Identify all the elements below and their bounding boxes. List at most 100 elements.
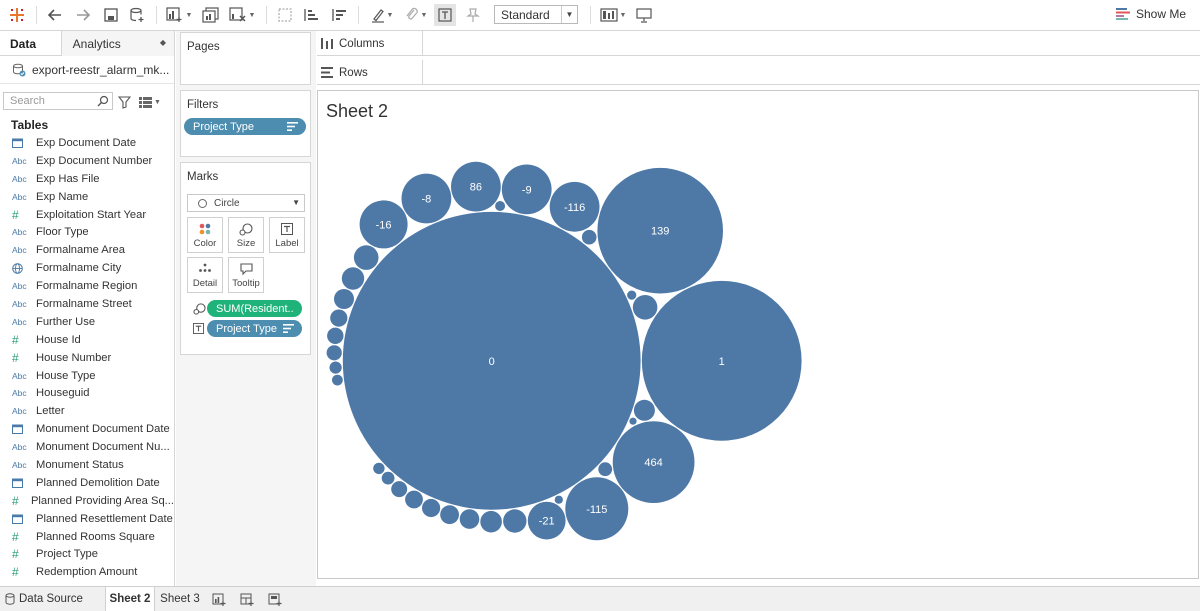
bubble-mark-unlabeled[interactable] (554, 495, 563, 504)
worksheet-view[interactable]: Sheet 2 0 1 139 464 -115 -116 -9 86 -8 -16 -21 (317, 90, 1199, 579)
bubble-mark-unlabeled[interactable] (326, 345, 342, 361)
show-cards-icon[interactable]: ▼ (598, 4, 628, 26)
field-item[interactable]: Abc Exp Document Number (0, 152, 174, 170)
bubble-mark-unlabeled[interactable] (503, 509, 527, 533)
bubble-mark-unlabeled[interactable] (373, 462, 385, 475)
calendar-icon (12, 514, 36, 524)
field-item[interactable]: Abc Formalname Area (0, 241, 174, 259)
size-pill-sum-residents[interactable]: SUM(Resident.. (207, 300, 302, 317)
sheet-tab-sheet-2[interactable]: Sheet 2 (105, 587, 155, 611)
field-item[interactable]: # Redemption Amount (0, 563, 174, 581)
label-button[interactable]: Label (269, 217, 305, 253)
field-item[interactable]: Planned Demolition Date (0, 474, 174, 492)
field-item[interactable]: Abc Monument Document Nu... (0, 438, 174, 456)
field-item[interactable]: Abc Exp Name (0, 188, 174, 206)
packed-bubble-chart[interactable]: 0 1 139 464 -115 -116 -9 86 -8 -16 -21 (318, 91, 1198, 578)
field-item[interactable]: # Planned Rooms Square (0, 528, 174, 546)
field-item[interactable]: # House Number (0, 349, 174, 367)
bubble-mark-unlabeled[interactable] (353, 245, 379, 270)
color-button[interactable]: Color (187, 217, 223, 253)
clear-sheet-icon[interactable]: ▼ (226, 4, 258, 26)
field-item[interactable]: Abc Formalname Region (0, 277, 174, 295)
new-story-icon[interactable] (262, 587, 288, 611)
sheet-tab-sheet-3[interactable]: Sheet 3 (156, 587, 204, 611)
save-icon[interactable] (100, 4, 122, 26)
search-input[interactable]: Search (3, 92, 113, 110)
detail-button[interactable]: Detail (187, 257, 223, 293)
mark-type-select[interactable]: Circle ▼ (187, 194, 305, 212)
field-item[interactable]: Abc Letter (0, 402, 174, 420)
bubble-mark-unlabeled[interactable] (330, 309, 348, 327)
field-item[interactable]: # Project Type (0, 545, 174, 563)
size-button[interactable]: Size (228, 217, 264, 253)
field-item[interactable]: Abc Further Use (0, 313, 174, 331)
undo-arrow-icon[interactable] (44, 4, 66, 26)
bubble-mark-unlabeled[interactable] (334, 289, 354, 309)
bubble-mark-unlabeled[interactable] (381, 471, 395, 485)
bubble-mark-unlabeled[interactable] (422, 498, 441, 518)
rows-shelf[interactable]: Rows (317, 60, 1200, 85)
field-item[interactable]: Abc House Type (0, 367, 174, 385)
bubble-label: -8 (422, 194, 432, 206)
filters-card[interactable]: Filters Project Type (180, 90, 311, 157)
bubble-mark-unlabeled[interactable] (598, 462, 613, 477)
bubble-mark-unlabeled[interactable] (440, 505, 459, 525)
redo-arrow-icon[interactable] (72, 4, 94, 26)
field-item[interactable]: # House Id (0, 331, 174, 349)
filter-funnel-icon[interactable] (116, 91, 132, 113)
bubble-mark-unlabeled[interactable] (459, 509, 480, 529)
new-worksheet-icon[interactable]: ▼ (164, 4, 194, 26)
new-worksheet-icon[interactable] (206, 587, 232, 611)
field-item[interactable]: Abc Houseguid (0, 384, 174, 402)
duplicate-sheet-icon[interactable] (200, 4, 222, 26)
view-list-icon[interactable]: ▼ (136, 91, 164, 113)
bubble-mark-unlabeled[interactable] (391, 481, 408, 498)
bubble-mark-unlabeled[interactable] (329, 361, 342, 374)
bubble-mark-unlabeled[interactable] (332, 374, 343, 386)
new-datasource-icon[interactable] (126, 4, 148, 26)
group-members-icon[interactable]: ▼ (402, 4, 430, 26)
field-item[interactable]: Planned Resettlement Date (0, 510, 174, 528)
presentation-mode-icon[interactable] (633, 4, 655, 26)
bubble-mark-unlabeled[interactable] (627, 290, 637, 300)
field-item[interactable]: Abc Monument Status (0, 456, 174, 474)
tab-data[interactable]: Data (0, 31, 62, 56)
tableau-logo-icon[interactable] (6, 4, 28, 26)
bubble-mark-unlabeled[interactable] (633, 399, 655, 421)
datasource-item[interactable]: export-reestr_alarm_mk... (0, 56, 174, 84)
pages-title: Pages (187, 41, 220, 53)
fix-axes-pin-icon[interactable] (462, 4, 484, 26)
sort-ascending-icon[interactable] (300, 4, 322, 26)
field-item[interactable]: # Planned Providing Area Sq... (0, 492, 174, 510)
field-item[interactable]: Abc Exp Has File (0, 170, 174, 188)
new-dashboard-icon[interactable] (234, 587, 260, 611)
bubble-mark-unlabeled[interactable] (405, 490, 423, 509)
field-item[interactable]: Abc Formalname Street (0, 295, 174, 313)
columns-shelf[interactable]: Columns (317, 31, 1200, 56)
bubble-mark-unlabeled[interactable] (629, 417, 637, 425)
label-pill-project-type[interactable]: Project Type (207, 320, 302, 337)
field-item[interactable]: Monument Document Date (0, 420, 174, 438)
bubble-mark-unlabeled[interactable] (495, 201, 506, 211)
field-item[interactable]: Exp Document Date (0, 134, 174, 152)
bubble-mark-unlabeled[interactable] (341, 267, 365, 290)
sort-descending-icon[interactable] (328, 4, 350, 26)
bubble-mark-unlabeled[interactable] (632, 295, 658, 320)
tab-analytics[interactable]: Analytics ◆ (61, 31, 174, 56)
field-item[interactable]: Abc Floor Type (0, 223, 174, 241)
tab-analytics-label: Analytics (72, 36, 121, 51)
view-size-select[interactable]: Standard ▼ (494, 5, 578, 24)
highlight-pen-icon[interactable]: ▼ (368, 4, 396, 26)
pages-card[interactable]: Pages (180, 32, 311, 85)
bubble-mark-unlabeled[interactable] (581, 229, 597, 245)
bubble-mark-unlabeled[interactable] (327, 327, 344, 344)
filter-pill-project-type[interactable]: Project Type (184, 118, 306, 135)
show-mark-labels-icon[interactable] (434, 4, 456, 26)
tooltip-button[interactable]: Tooltip (228, 257, 264, 293)
data-source-tab[interactable]: Data Source (0, 587, 105, 611)
field-item[interactable]: # Exploitation Start Year (0, 206, 174, 224)
show-me-button[interactable]: Show Me (1116, 7, 1186, 21)
swap-rows-columns-icon[interactable] (274, 4, 296, 26)
field-item[interactable]: Formalname City (0, 259, 174, 277)
bubble-mark-unlabeled[interactable] (480, 510, 502, 533)
